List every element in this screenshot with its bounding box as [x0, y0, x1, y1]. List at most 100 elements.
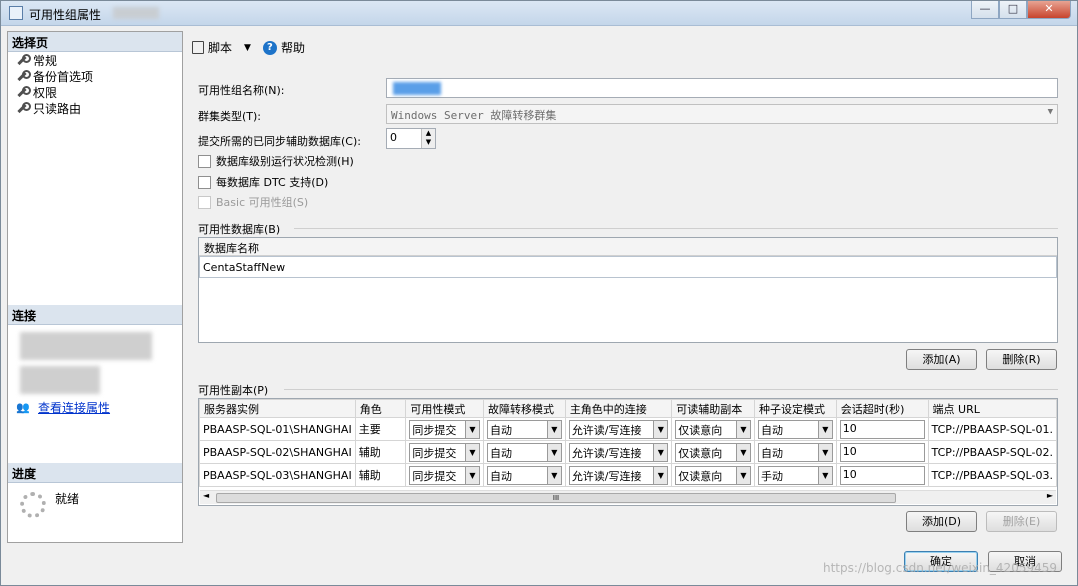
replica-failover-select[interactable]: 自动 ▼ [486, 465, 562, 485]
remove-replica-button[interactable]: 删除(E) [986, 511, 1057, 532]
replica-cell-timeout[interactable]: 10 [835, 463, 929, 487]
replica-timeout-stepper[interactable]: 10 [839, 419, 925, 439]
replica-cell-failover[interactable]: 自动 ▼ [482, 463, 566, 487]
replica-column-header[interactable]: 端点 URL [927, 399, 1057, 418]
basic-ag-checkbox[interactable]: Basic 可用性组(S) [198, 194, 308, 210]
chevron-down-icon[interactable]: ▼ [546, 443, 561, 461]
help-button[interactable]: 帮助 [281, 39, 305, 56]
chevron-down-icon[interactable]: ▼ [817, 420, 832, 438]
close-button[interactable]: ✕ [1027, 1, 1071, 19]
replica-mode-select[interactable]: 同步提交 ▼ [409, 442, 480, 462]
replica-row[interactable]: PBAASP-SQL-02\SHANGHAI 辅助 同步提交 ▼ 自动 ▼ 允许读/写连接 ▼… [199, 440, 1057, 464]
select-page-header: 选择页 [8, 32, 182, 52]
nav-item-readonly-routing[interactable]: 只读路由 [8, 100, 182, 116]
chevron-down-icon[interactable]: ▼ [735, 443, 750, 461]
view-connection-row[interactable]: 👥 查看连接属性 [16, 399, 110, 416]
replica-seeding-select[interactable]: 自动 ▼ [757, 442, 833, 462]
replica-cell-seeding[interactable]: 手动 ▼ [753, 463, 837, 487]
chevron-down-icon[interactable]: ▼ [464, 443, 479, 461]
ag-name-input[interactable] [386, 78, 1058, 98]
replica-column-header[interactable]: 角色 [354, 399, 407, 418]
replica-column-header[interactable]: 种子设定模式 [753, 399, 837, 418]
script-button[interactable]: 脚本 [208, 39, 232, 56]
replica-primary-conn-select[interactable]: 允许读/写连接 ▼ [568, 442, 669, 462]
scroll-thumb[interactable]: III [216, 493, 896, 503]
chevron-down-icon[interactable]: ▼ [817, 466, 832, 484]
replica-cell-mode[interactable]: 同步提交 ▼ [405, 417, 484, 441]
view-connection-properties-link[interactable]: 查看连接属性 [38, 399, 110, 416]
add-database-button[interactable]: 添加(A) [906, 349, 977, 370]
script-dropdown-icon[interactable]: ▼ [244, 43, 251, 53]
replica-cell-timeout[interactable]: 10 [835, 440, 929, 464]
replica-cell-failover[interactable]: 自动 ▼ [482, 440, 566, 464]
users-icon: 👥 [16, 400, 30, 414]
replica-column-header[interactable]: 服务器实例 [199, 399, 356, 418]
replica-cell-primary-conn[interactable]: 允许读/写连接 ▼ [564, 440, 673, 464]
dtc-support-checkbox[interactable]: 每数据库 DTC 支持(D) [198, 174, 328, 190]
replica-cell-seeding[interactable]: 自动 ▼ [753, 440, 837, 464]
replica-cell-mode[interactable]: 同步提交 ▼ [405, 440, 484, 464]
chevron-down-icon[interactable]: ▼ [735, 420, 750, 438]
redacted-server [20, 332, 152, 360]
chevron-down-icon[interactable]: ▼ [464, 466, 479, 484]
remove-database-button[interactable]: 删除(R) [986, 349, 1057, 370]
sync-required-label: 提交所需的已同步辅助数据库(C): [198, 135, 361, 148]
replica-primary-conn-select[interactable]: 允许读/写连接 ▼ [568, 465, 669, 485]
replica-column-header[interactable]: 可读辅助副本 [671, 399, 755, 418]
replica-failover-select[interactable]: 自动 ▼ [486, 419, 562, 439]
replicas-hscrollbar[interactable]: ◄ III ► [200, 490, 1056, 504]
minimize-button[interactable]: — [971, 1, 999, 19]
chevron-down-icon[interactable]: ▼ [817, 443, 832, 461]
replica-row[interactable]: PBAASP-SQL-01\SHANGHAI 主要 同步提交 ▼ 自动 ▼ 允许读/写连接 ▼… [199, 417, 1057, 441]
stepper-arrows-icon[interactable]: ▲ ▼ [421, 129, 435, 148]
replica-column-header[interactable]: 会话超时(秒) [835, 399, 929, 418]
replica-primary-conn-select[interactable]: 允许读/写连接 ▼ [568, 419, 669, 439]
replica-cell-readable[interactable]: 仅读意向 ▼ [671, 417, 755, 441]
replica-cell-timeout[interactable]: 10 [835, 417, 929, 441]
db-row[interactable]: CentaStaffNew [199, 256, 1057, 278]
replica-cell-readable[interactable]: 仅读意向 ▼ [671, 440, 755, 464]
chevron-down-icon[interactable]: ▼ [735, 466, 750, 484]
scroll-right-icon[interactable]: ► [1047, 491, 1053, 500]
replica-cell-primary-conn[interactable]: 允许读/写连接 ▼ [564, 417, 673, 441]
replica-column-header[interactable]: 主角色中的连接 [564, 399, 673, 418]
replica-mode-select[interactable]: 同步提交 ▼ [409, 419, 480, 439]
sync-required-stepper[interactable]: 0 ▲ ▼ [386, 128, 436, 149]
replica-column-header[interactable]: 故障转移模式 [482, 399, 566, 418]
replica-seeding-select[interactable]: 自动 ▼ [757, 419, 833, 439]
db-health-checkbox[interactable]: 数据库级别运行状况检测(H) [198, 153, 354, 169]
replica-cell-server: PBAASP-SQL-01\SHANGHAI [199, 417, 356, 441]
replica-cell-mode[interactable]: 同步提交 ▼ [405, 463, 484, 487]
nav-item-general[interactable]: 常规 [8, 52, 182, 68]
chevron-down-icon[interactable]: ▼ [653, 420, 668, 438]
replica-cell-endpoint: TCP://PBAASP-SQL-01. [927, 417, 1057, 441]
replica-mode-select[interactable]: 同步提交 ▼ [409, 465, 480, 485]
replica-readable-select[interactable]: 仅读意向 ▼ [675, 442, 751, 462]
chevron-down-icon[interactable]: ▼ [546, 466, 561, 484]
replica-readable-select[interactable]: 仅读意向 ▼ [675, 465, 751, 485]
chevron-down-icon[interactable]: ▼ [464, 420, 479, 438]
replica-cell-failover[interactable]: 自动 ▼ [482, 417, 566, 441]
chevron-down-icon[interactable]: ▼ [653, 466, 668, 484]
replica-seeding-select[interactable]: 手动 ▼ [757, 465, 833, 485]
chevron-down-icon[interactable]: ▼ [653, 443, 668, 461]
replica-cell-seeding[interactable]: 自动 ▼ [753, 417, 837, 441]
chevron-down-icon[interactable]: ▼ [546, 420, 561, 438]
replica-cell-readable[interactable]: 仅读意向 ▼ [671, 463, 755, 487]
replica-failover-select[interactable]: 自动 ▼ [486, 442, 562, 462]
nav-item-backup-preferences[interactable]: 备份首选项 [8, 68, 182, 84]
replica-timeout-stepper[interactable]: 10 [839, 465, 925, 485]
replica-cell-primary-conn[interactable]: 允许读/写连接 ▼ [564, 463, 673, 487]
cluster-type-select[interactable]: Windows Server 故障转移群集 ▼ [386, 104, 1058, 124]
replica-row[interactable]: PBAASP-SQL-03\SHANGHAI 辅助 同步提交 ▼ 自动 ▼ 允许读/写连接 ▼… [199, 463, 1057, 487]
wrench-icon [16, 54, 31, 66]
window-title: 可用性组属性 [29, 8, 102, 22]
replica-readable-select[interactable]: 仅读意向 ▼ [675, 419, 751, 439]
replica-column-header[interactable]: 可用性模式 [405, 399, 484, 418]
maximize-button[interactable]: □ [999, 1, 1027, 19]
scroll-left-icon[interactable]: ◄ [203, 491, 209, 500]
nav-item-permissions[interactable]: 权限 [8, 84, 182, 100]
replica-timeout-stepper[interactable]: 10 [839, 442, 925, 462]
add-replica-button[interactable]: 添加(D) [906, 511, 977, 532]
title-bar: 可用性组属性 — □ ✕ [1, 1, 1077, 26]
